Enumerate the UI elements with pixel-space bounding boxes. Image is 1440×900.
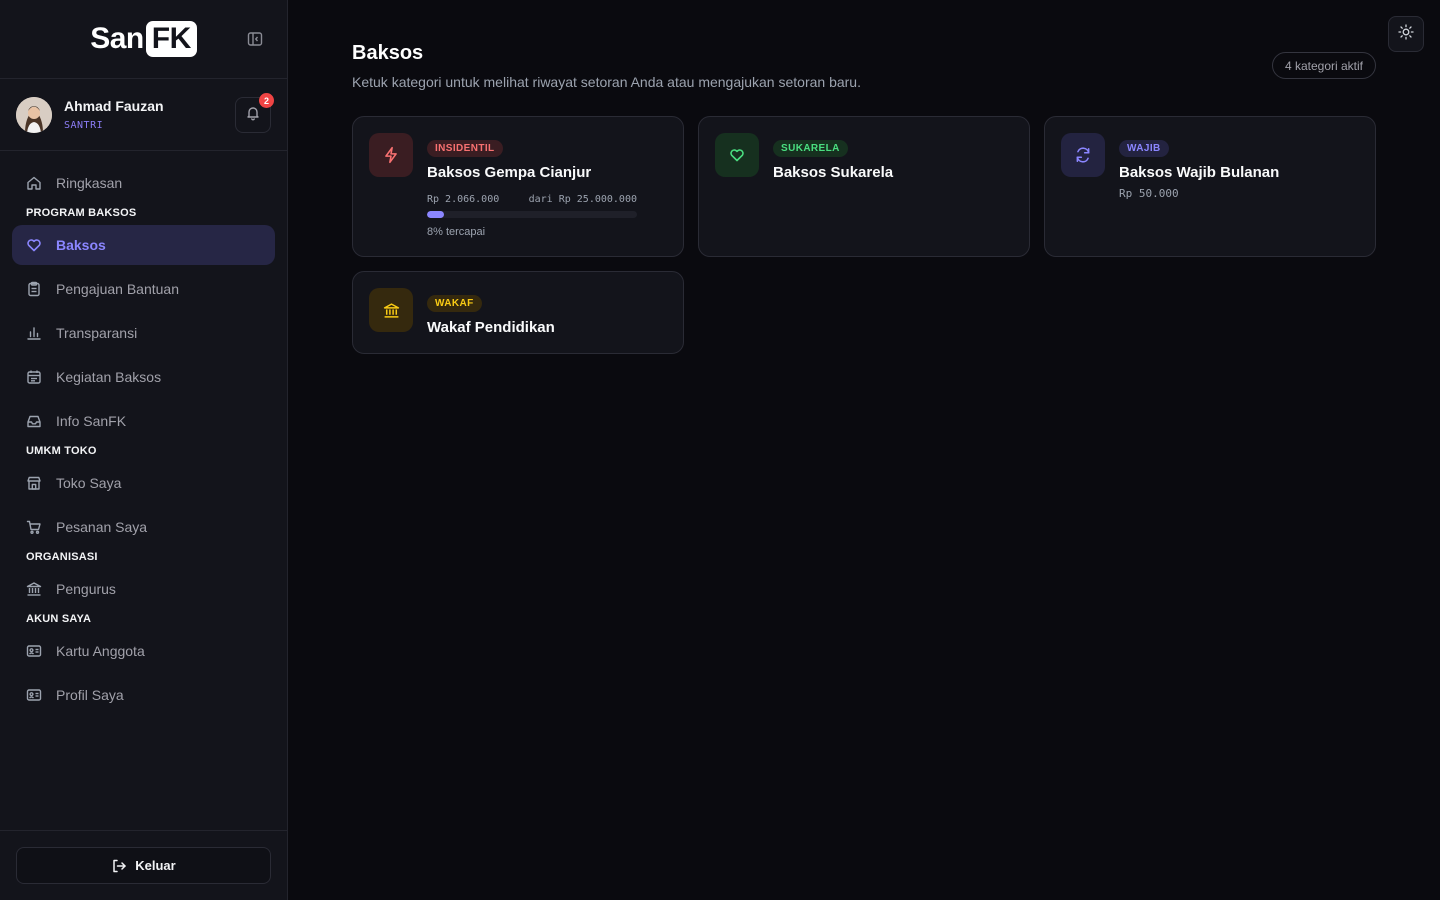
section-organisasi: ORGANISASI (26, 551, 98, 563)
category-card-baksos-gempa-cianjur[interactable]: INSIDENTIL Baksos Gempa Cianjur Rp 2.066… (352, 116, 684, 257)
sidebar-item-pesanan-saya[interactable]: Pesanan Saya (12, 507, 275, 547)
app-logo[interactable]: San FK (90, 21, 197, 57)
calendar-icon (26, 369, 42, 385)
main-content: Baksos Ketuk kategori untuk melihat riwa… (288, 0, 1440, 900)
sidebar-collapse-icon[interactable] (247, 31, 263, 47)
logo-text: San (90, 22, 144, 55)
theme-toggle-button[interactable] (1388, 16, 1424, 52)
sidebar-item-profil-saya[interactable]: Profil Saya (12, 675, 275, 715)
cart-icon (26, 519, 42, 535)
sidebar-item-label: Pesanan Saya (56, 519, 148, 535)
sidebar-item-label: Toko Saya (56, 475, 122, 491)
bell-icon (245, 105, 261, 126)
sun-icon (1398, 23, 1414, 45)
category-badge: SUKARELA (773, 140, 848, 157)
category-card-baksos-sukarela[interactable]: SUKARELA Baksos Sukarela (698, 116, 1030, 257)
store-icon (26, 475, 42, 491)
section-umkm-toko: UMKM TOKO (26, 445, 97, 457)
landmark-icon (369, 288, 413, 332)
collected-amount: Rp 2.066.000 (427, 194, 500, 205)
sidebar-item-label: Kartu Anggota (56, 643, 145, 659)
sidebar-item-kartu-anggota[interactable]: Kartu Anggota (12, 631, 275, 671)
id-card-icon (26, 643, 42, 659)
category-title: Wakaf Pendidikan (427, 319, 555, 336)
sidebar-item-info-sanfk[interactable]: Info SanFK (12, 401, 275, 441)
sidebar-item-toko-saya[interactable]: Toko Saya (12, 463, 275, 503)
category-title: Baksos Gempa Cianjur (427, 164, 592, 181)
inbox-icon (26, 413, 42, 429)
sidebar-nav: Ringkasan PROGRAM BAKSOS Baksos Pengajua… (0, 151, 287, 715)
target-amount: dari Rp 25.000.000 (528, 194, 637, 205)
sidebar-item-transparansi[interactable]: Transparansi (12, 313, 275, 353)
brand-header: San FK (0, 0, 287, 79)
logout-area: Keluar (0, 830, 287, 900)
category-badge: INSIDENTIL (427, 140, 503, 157)
page-subtitle: Ketuk kategori untuk melihat riwayat set… (352, 74, 861, 90)
sidebar-item-label: Baksos (56, 237, 106, 253)
amount-row: Rp 2.066.000 dari Rp 25.000.000 (427, 194, 637, 205)
sidebar-item-kegiatan-baksos[interactable]: Kegiatan Baksos (12, 357, 275, 397)
sidebar: San FK Ahmad Fauzan SANTRI 2 Ringkasan P… (0, 0, 288, 900)
sidebar-item-baksos[interactable]: Baksos (12, 225, 275, 265)
user-profile: Ahmad Fauzan SANTRI 2 (0, 79, 287, 151)
sidebar-item-label: Info SanFK (56, 413, 127, 429)
category-badge: WAJIB (1119, 140, 1169, 157)
sidebar-item-ringkasan[interactable]: Ringkasan (12, 163, 275, 203)
category-card-baksos-wajib-bulanan[interactable]: WAJIB Baksos Wajib Bulanan Rp 50.000 (1044, 116, 1376, 257)
refresh-icon (1061, 133, 1105, 177)
home-icon (26, 175, 42, 191)
sidebar-item-label: Pengurus (56, 581, 116, 597)
notifications-button[interactable]: 2 (235, 93, 274, 133)
page-title: Baksos (352, 42, 424, 64)
active-categories-badge: 4 kategori aktif (1271, 52, 1376, 79)
id-card-icon (26, 687, 42, 703)
sidebar-item-label: Kegiatan Baksos (56, 369, 162, 385)
sidebar-item-pengajuan-bantuan[interactable]: Pengajuan Bantuan (12, 269, 275, 309)
sidebar-item-label: Transparansi (56, 325, 138, 341)
avatar[interactable] (16, 96, 52, 133)
user-name: Ahmad Fauzan (64, 98, 164, 114)
category-card-wakaf-pendidikan[interactable]: WAKAF Wakaf Pendidikan (352, 271, 684, 354)
landmark-icon (26, 581, 42, 597)
heart-icon (715, 133, 759, 177)
notification-count-badge: 2 (259, 93, 274, 108)
progress-label: 8% tercapai (427, 226, 486, 238)
lightning-icon (369, 133, 413, 177)
heart-icon (26, 237, 42, 253)
progress-bar (427, 211, 637, 218)
section-akun-saya: AKUN SAYA (26, 613, 92, 625)
monthly-amount: Rp 50.000 (1119, 187, 1179, 200)
sidebar-item-label: Profil Saya (56, 687, 124, 703)
logout-button[interactable]: Keluar (16, 847, 271, 884)
sidebar-item-label: Ringkasan (56, 175, 123, 191)
category-badge: WAKAF (427, 295, 482, 312)
logout-icon (113, 859, 127, 872)
logout-label: Keluar (135, 858, 176, 873)
sidebar-item-label: Pengajuan Bantuan (56, 281, 179, 297)
user-role: SANTRI (64, 120, 104, 131)
progress-bar-fill (427, 211, 444, 218)
category-title: Baksos Wajib Bulanan (1119, 164, 1280, 181)
clipboard-icon (26, 281, 42, 297)
category-title: Baksos Sukarela (773, 164, 894, 181)
logo-badge: FK (145, 21, 197, 57)
section-program-baksos: PROGRAM BAKSOS (26, 207, 137, 219)
bar-chart-icon (26, 325, 42, 341)
sidebar-item-pengurus[interactable]: Pengurus (12, 569, 275, 609)
